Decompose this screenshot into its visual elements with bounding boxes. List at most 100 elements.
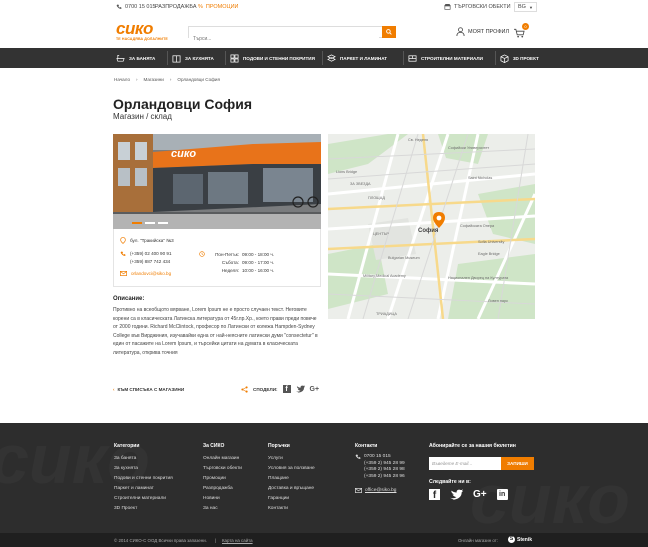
facebook-icon[interactable]: f [429,489,440,501]
twitter-icon[interactable] [450,489,463,500]
cart-button[interactable]: 0 [514,23,529,43]
top-stores-link[interactable]: ТЪРГОВСКИ ОБЕКТИ [444,4,511,10]
stenik-icon: S [508,536,515,543]
nav-item-bathroom[interactable]: ЗА БАНЯТА [116,48,155,68]
footer-link[interactable]: За банята [114,454,173,464]
footer-link[interactable]: Плащане [268,474,315,484]
email-link[interactable]: orlandovci@siko.bg [131,271,171,276]
store-info-box: бул. "Тракийска" №3 (+359) 02 400 90 91 … [113,229,321,287]
profile-link[interactable]: МОЯТ ПРОФИЛ [456,27,509,36]
hours-time: 10:00 - 16:00 ч. [242,268,275,273]
store-photo-carousel[interactable]: сико ‹ › [113,134,321,229]
footer-link[interactable]: За кухнята [114,464,173,474]
phone-1[interactable]: (+359) 02 400 90 91 [130,251,172,256]
footer-link[interactable]: Паркет и ламинат [114,484,173,494]
phone-2[interactable]: (+359) 887 742 434 [130,259,172,264]
footer-link[interactable]: Онлайн магазин [203,454,242,464]
map-label: Софийски Университет [448,146,490,150]
nav-item-building-materials[interactable]: СТРОИТЕЛНИ МАТЕРИАЛИ [408,48,483,68]
footer-heading: За СИКО [203,443,225,449]
footer-link[interactable]: Гаранции [268,494,315,504]
site-logo[interactable]: сико ТЕ НАСАДЯВА ДОЛАЛНИТЕ [116,20,172,44]
page-title: Орландовци София [113,96,253,112]
footer-col-about: За СИКО Онлайн магазин Търговски обекти … [203,443,242,514]
footer-phone[interactable]: (+359 2) 945 28 96 [364,474,405,481]
google-plus-icon[interactable]: G+ [310,386,320,393]
search-box [188,26,396,44]
facebook-icon[interactable]: f [282,385,291,393]
footer-heading: Контакти [355,443,378,449]
footer-col-categories: Категории За банята За кухнята Подови и … [114,443,173,514]
stores-label: ТЪРГОВСКИ ОБЕКТИ [454,4,511,10]
breadcrumb-stores[interactable]: Магазини [144,77,164,82]
top-sale-link[interactable]: РАЗПРОДАЖБА [155,4,197,10]
footer-link[interactable]: Услуги [268,454,315,464]
footer-link[interactable]: Условия за ползване [268,464,315,474]
chevron-left-icon: ‹ [113,387,115,392]
sitemap-link[interactable]: Карта на сайта [222,538,253,543]
sale-label: РАЗПРОДАЖБА [155,4,197,10]
bricks-icon [408,54,417,62]
footer-link[interactable]: Новини [203,494,242,504]
phone-icon [120,251,126,256]
store-map[interactable]: Св. Неделя Софийски Университет Lions Br… [328,134,535,319]
newsletter-subscribe-button[interactable]: ЗАПИШИ [501,457,534,470]
footer-phone[interactable]: (+359 2) 945 28 98 [364,467,405,474]
breadcrumb-separator: › [136,77,138,82]
hours-times: 09:00 - 18:00 ч. 09:00 - 17:00 ч. 10:00 … [242,251,274,275]
google-plus-icon[interactable]: G+ [473,489,487,500]
nav-item-3d-project[interactable]: 3D ПРОЕКТ [500,48,539,68]
footer-link[interactable]: Разпродажба [203,484,242,494]
footer-link[interactable]: Подови и стенни покрития [114,474,173,484]
linkedin-icon[interactable]: in [496,489,508,500]
map-city-label: София [418,228,439,234]
hours-days: Пон-Петък: Събота: Неделя: [211,251,239,275]
bathtub-icon [116,54,125,62]
stenik-label: Stenik [517,536,533,543]
nav-item-floors-walls[interactable]: ПОДОВИ И СТЕННИ ПОКРИТИЯ [230,48,315,68]
footer-link[interactable]: Строителни материали [114,494,173,504]
nav-label: 3D ПРОЕКТ [513,55,539,61]
search-input[interactable] [189,34,379,44]
phone-number: 0700 15 015 [125,4,156,10]
bottom-divider: | [215,538,217,543]
nav-divider [403,51,404,65]
footer-watermark: сико сико [0,423,630,533]
hours-day: Събота: [221,260,239,265]
top-phone[interactable]: 0700 15 015 [116,4,156,10]
store-address: бул. "Тракийска" №3 [120,237,174,244]
newsletter-email-input[interactable]: Въведете E-mail... [429,457,501,470]
nav-item-parquet[interactable]: ПАРКЕТ И ЛАМИНАТ [327,48,387,68]
twitter-icon[interactable] [295,385,305,393]
map-label: Saint Nicholas [468,176,493,180]
footer-link[interactable]: Промоции [203,474,242,484]
carousel-dot[interactable] [158,222,168,224]
footer-phones: 0700 15 015 (+359 2) 945 28 99 (+359 2) … [355,454,405,480]
envelope-icon [120,271,127,276]
footer-link[interactable]: Доставка и връщане [268,484,315,494]
nav-label: ЗА БАНЯТА [129,55,156,61]
newsletter-heading: Абонирайте се за нашия бюлетин [429,443,516,449]
map-label: Military Medical Academy [363,274,406,278]
search-button[interactable] [382,26,396,38]
nav-item-kitchen[interactable]: ЗА КУХНЯТА [172,48,214,68]
carousel-dot[interactable] [145,222,155,224]
nav-label: ЗА КУХНЯТА [185,55,214,61]
stenik-logo[interactable]: S Stenik [508,536,532,543]
map-pin-icon[interactable] [433,212,445,228]
language-select[interactable]: BG ▼ [514,2,537,12]
back-to-stores-link[interactable]: ‹ КЪМ СПИСЪКА С МАГАЗИНИ [113,387,184,392]
store-email: orlandovci@siko.bg [120,271,171,276]
footer-email-link[interactable]: office@siko.bg [365,488,396,493]
breadcrumb-current: Орландовци София [177,77,220,82]
carousel-dot[interactable] [132,222,142,224]
footer-link[interactable]: Търговски обекти [203,464,242,474]
nav-divider [225,51,226,65]
footer-link[interactable]: За нас [203,504,242,514]
top-promo-link[interactable]: % ПРОМОЦИИ [198,4,239,10]
top-bar: 0700 15 015 РАЗПРОДАЖБА % ПРОМОЦИИ ТЪРГО… [0,0,648,16]
footer-link[interactable]: Контакти [268,504,315,514]
map-label: ПЛОЩАД [368,196,385,200]
breadcrumb-home[interactable]: Начало [114,77,130,82]
footer-link[interactable]: 3D Проект [114,504,173,514]
